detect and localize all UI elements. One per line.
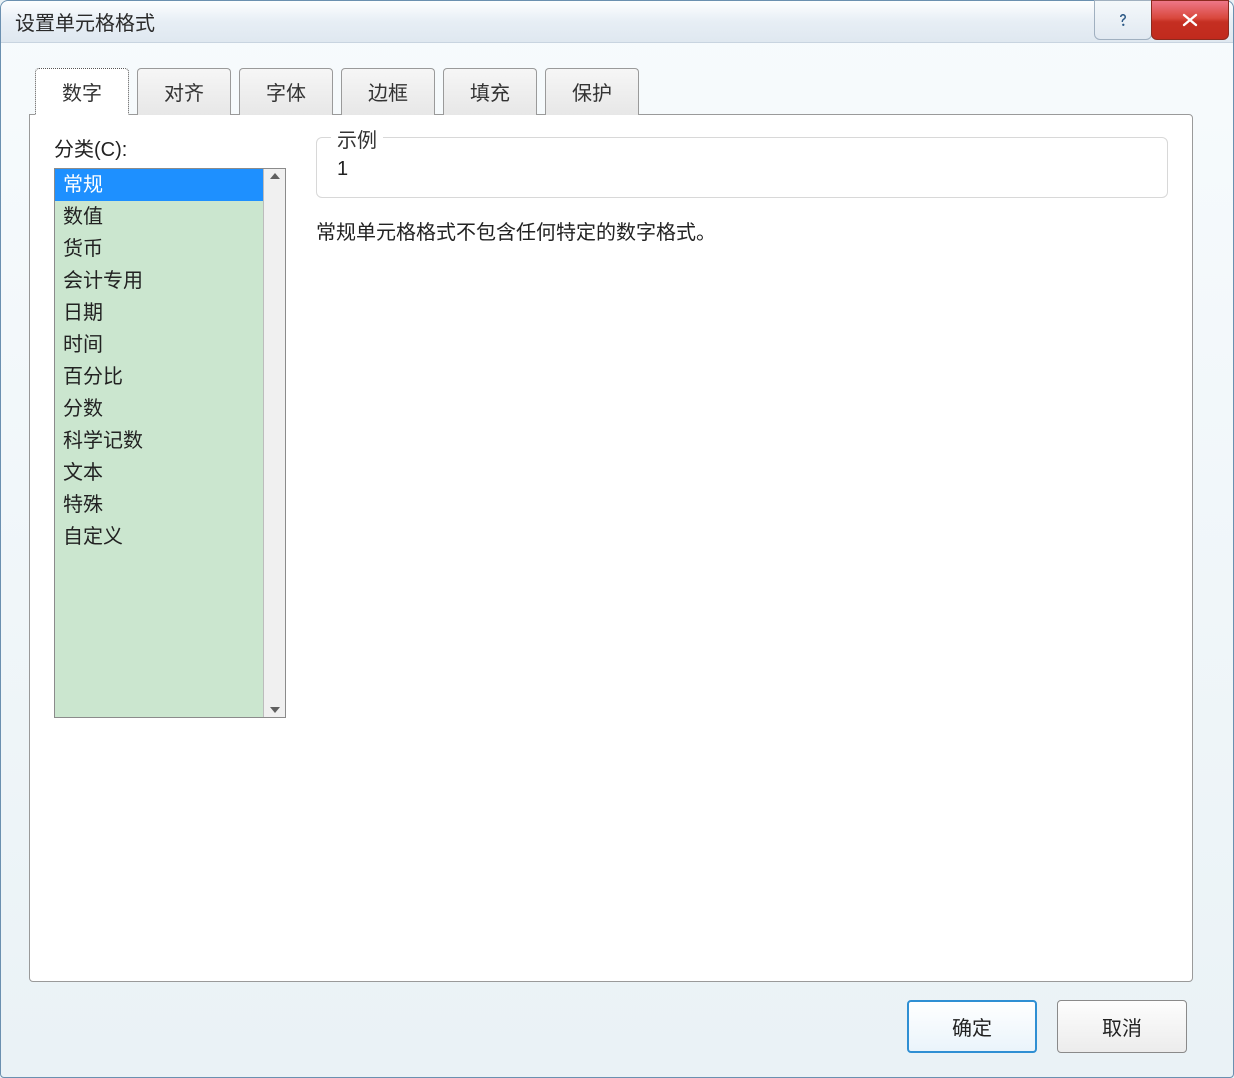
tabstrip: 数字 对齐 字体 边框 填充 保护 — [29, 67, 1193, 114]
titlebar-buttons — [1095, 0, 1229, 40]
category-item-currency[interactable]: 货币 — [55, 233, 263, 265]
category-item-general[interactable]: 常规 — [55, 169, 263, 201]
category-label: 分类(C): — [54, 133, 294, 162]
category-item-text[interactable]: 文本 — [55, 457, 263, 489]
format-cells-dialog: 设置单元格格式 数字 对齐 字体 边框 填充 保护 — [0, 0, 1234, 1078]
category-item-custom[interactable]: 自定义 — [55, 521, 263, 553]
content-row: 分类(C): 常规 数值 货币 会计专用 日期 时间 百分比 分数 科学记数 — [54, 133, 1168, 963]
category-item-percentage[interactable]: 百分比 — [55, 361, 263, 393]
example-value: 1 — [335, 158, 1149, 181]
ok-button[interactable]: 确定 — [907, 1000, 1037, 1053]
help-button[interactable] — [1094, 0, 1152, 40]
category-item-scientific[interactable]: 科学记数 — [55, 425, 263, 457]
tab-fill[interactable]: 填充 — [443, 68, 537, 115]
tab-number[interactable]: 数字 — [35, 68, 129, 115]
tab-font[interactable]: 字体 — [239, 68, 333, 115]
category-item-number[interactable]: 数值 — [55, 201, 263, 233]
tab-protection[interactable]: 保护 — [545, 68, 639, 115]
category-item-special[interactable]: 特殊 — [55, 489, 263, 521]
scroll-down-icon — [270, 707, 280, 713]
example-legend: 示例 — [331, 124, 383, 153]
category-listbox[interactable]: 常规 数值 货币 会计专用 日期 时间 百分比 分数 科学记数 文本 特殊 自定… — [54, 168, 286, 718]
close-button[interactable] — [1151, 0, 1229, 40]
dialog-body: 数字 对齐 字体 边框 填充 保护 分类(C): 常规 数值 货币 会计专用 — [1, 43, 1233, 1077]
details-column: 示例 1 常规单元格格式不包含任何特定的数字格式。 — [316, 133, 1168, 245]
example-group: 示例 1 — [316, 137, 1168, 198]
format-description: 常规单元格格式不包含任何特定的数字格式。 — [316, 216, 1168, 245]
titlebar: 设置单元格格式 — [1, 1, 1233, 43]
dialog-button-row: 确定 取消 — [29, 982, 1193, 1057]
category-list: 常规 数值 货币 会计专用 日期 时间 百分比 分数 科学记数 文本 特殊 自定… — [55, 169, 263, 717]
category-item-fraction[interactable]: 分数 — [55, 393, 263, 425]
category-column: 分类(C): 常规 数值 货币 会计专用 日期 时间 百分比 分数 科学记数 — [54, 133, 294, 718]
cancel-button[interactable]: 取消 — [1057, 1000, 1187, 1053]
category-item-time[interactable]: 时间 — [55, 329, 263, 361]
scroll-up-icon — [270, 173, 280, 179]
category-item-accounting[interactable]: 会计专用 — [55, 265, 263, 297]
window-title: 设置单元格格式 — [15, 7, 1095, 36]
tab-border[interactable]: 边框 — [341, 68, 435, 115]
category-item-date[interactable]: 日期 — [55, 297, 263, 329]
close-icon — [1180, 13, 1200, 27]
help-icon — [1114, 11, 1132, 29]
tab-alignment[interactable]: 对齐 — [137, 68, 231, 115]
category-scrollbar[interactable] — [263, 169, 285, 717]
tab-panel-number: 分类(C): 常规 数值 货币 会计专用 日期 时间 百分比 分数 科学记数 — [29, 114, 1193, 982]
